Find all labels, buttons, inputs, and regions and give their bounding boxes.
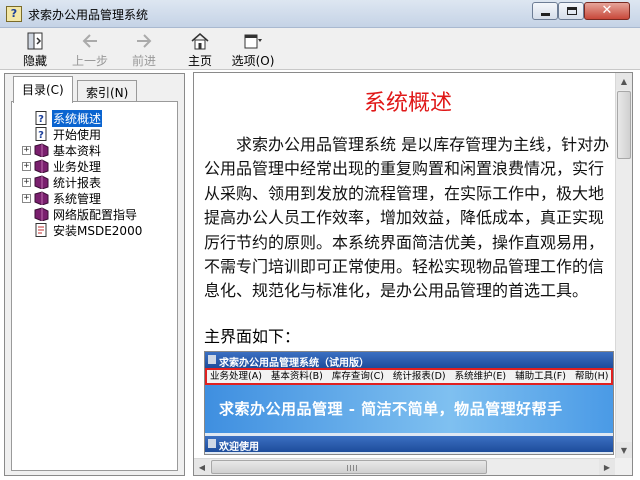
hide-label: 隐藏 bbox=[22, 54, 47, 68]
close-button[interactable]: ✕ bbox=[584, 2, 630, 20]
screenshot-menu-item: 基本资料(B) bbox=[270, 371, 323, 382]
back-label: 上一步 bbox=[71, 54, 108, 68]
tab-contents[interactable]: 目录(C) bbox=[13, 76, 73, 103]
expand-icon[interactable]: + bbox=[22, 177, 31, 187]
book-icon bbox=[34, 191, 49, 205]
tree-item-label: 业务处理 bbox=[53, 159, 102, 174]
options-button[interactable]: 选项(O) bbox=[227, 31, 279, 69]
main-interface-screenshot: 求索办公用品管理系统（试用版） 业务处理(A) 基本资料(B) 库存查询(C) … bbox=[204, 351, 614, 455]
screenshot-title: 求索办公用品管理系统（试用版） bbox=[205, 352, 613, 369]
scroll-left-icon[interactable]: ◀ bbox=[194, 459, 210, 475]
tree-item-system-admin[interactable]: + 系统管理 bbox=[22, 190, 102, 206]
overview-paragraph: 求索办公用品管理系统 是以库存管理为主线，针对办公用品管理中经常出现的重复购置和… bbox=[204, 135, 610, 301]
tree-item-label: 统计报表 bbox=[53, 175, 102, 190]
contents-tree[interactable]: ? 系统概述 ? 开始使用 + 基本资料 + 业务处理 + 统计报表 + 系统管… bbox=[11, 101, 178, 471]
back-button[interactable]: 上一步 bbox=[64, 31, 116, 69]
home-label: 主页 bbox=[187, 54, 212, 68]
toolbar: 隐藏 上一步 前进 主页 选项(O) bbox=[0, 28, 640, 70]
vertical-scrollbar[interactable]: ▲ ▼ bbox=[615, 73, 632, 459]
screenshot-menu-item: 业务处理(A) bbox=[210, 371, 262, 382]
content-pane[interactable]: 系统概述 求索办公用品管理系统 是以库存管理为主线，针对办公用品管理中经常出现的… bbox=[193, 72, 633, 476]
page-title: 系统概述 bbox=[363, 91, 452, 116]
tree-item-business[interactable]: + 业务处理 bbox=[22, 158, 102, 174]
back-arrow-icon bbox=[82, 34, 97, 48]
screenshot-menu-item: 系统维护(E) bbox=[454, 371, 507, 382]
tab-index[interactable]: 索引(N) bbox=[77, 80, 138, 102]
home-icon bbox=[191, 33, 209, 50]
screenshot-menu-item: 帮助(H) bbox=[574, 371, 609, 382]
minimize-button[interactable] bbox=[532, 2, 558, 20]
options-icon bbox=[244, 34, 262, 49]
grip-icon bbox=[347, 465, 357, 471]
doc-page-icon bbox=[35, 223, 47, 237]
tree-item-label: 基本资料 bbox=[53, 143, 102, 158]
expand-icon[interactable]: + bbox=[22, 193, 31, 203]
scroll-down-icon[interactable]: ▼ bbox=[616, 442, 632, 459]
scroll-right-icon[interactable]: ▶ bbox=[599, 459, 615, 475]
book-icon bbox=[34, 175, 49, 189]
screenshot-menu-item: 统计报表(D) bbox=[392, 371, 446, 382]
help-page-icon: ? bbox=[35, 127, 47, 141]
tree-item-label: 网络版配置指导 bbox=[53, 207, 138, 222]
expand-icon[interactable]: + bbox=[22, 145, 31, 155]
book-icon bbox=[34, 159, 49, 173]
book-icon bbox=[34, 207, 49, 221]
svg-text:?: ? bbox=[38, 114, 44, 125]
forward-label: 前进 bbox=[131, 54, 156, 68]
forward-arrow-icon bbox=[137, 34, 152, 48]
horizontal-scroll-thumb[interactable] bbox=[211, 460, 487, 474]
tree-item-basic-data[interactable]: + 基本资料 bbox=[22, 142, 102, 158]
tree-item-label: 系统概述 bbox=[52, 109, 103, 127]
tree-item-network-config[interactable]: 网络版配置指导 bbox=[22, 206, 138, 222]
tree-item-overview[interactable]: ? 系统概述 bbox=[22, 109, 103, 127]
minimize-icon bbox=[541, 13, 550, 16]
hide-button[interactable]: 隐藏 bbox=[9, 31, 61, 69]
hide-icon bbox=[27, 32, 43, 50]
home-button[interactable]: 主页 bbox=[174, 31, 226, 69]
title-bar[interactable]: ? 求索办公用品管理系统 ✕ bbox=[0, 0, 640, 28]
expand-icon[interactable]: + bbox=[22, 161, 31, 171]
navigation-pane: 目录(C) 索引(N) ? 系统概述 ? 开始使用 + 基本资料 + 业务处理 … bbox=[4, 73, 185, 476]
vertical-scroll-thumb[interactable] bbox=[617, 91, 631, 159]
screenshot-welcome-bar: 欢迎使用 bbox=[205, 436, 613, 453]
scrollbar-corner bbox=[615, 458, 632, 475]
scroll-up-icon[interactable]: ▲ bbox=[616, 73, 632, 90]
close-icon: ✕ bbox=[601, 3, 613, 18]
help-app-icon: ? bbox=[6, 6, 22, 22]
window-title: 求索办公用品管理系统 bbox=[28, 8, 149, 22]
tree-item-getting-started[interactable]: ? 开始使用 bbox=[22, 126, 102, 142]
tree-item-install-msde[interactable]: 安装MSDE2000 bbox=[22, 222, 143, 238]
screenshot-banner: 求索办公用品管理 - 简洁不简单，物品管理好帮手 bbox=[205, 385, 613, 433]
horizontal-scrollbar[interactable]: ◀ ▶ bbox=[194, 458, 615, 475]
svg-text:?: ? bbox=[38, 130, 44, 141]
help-page-icon: ? bbox=[35, 111, 47, 125]
screenshot-menu-bar: 业务处理(A) 基本资料(B) 库存查询(C) 统计报表(D) 系统维护(E) … bbox=[205, 368, 613, 385]
tree-item-label: 安装MSDE2000 bbox=[53, 223, 143, 238]
book-icon bbox=[34, 143, 49, 157]
tree-item-label: 开始使用 bbox=[53, 127, 102, 142]
screenshot-menu-item: 库存查询(C) bbox=[331, 371, 384, 382]
maximize-icon bbox=[567, 7, 577, 15]
tree-item-reports[interactable]: + 统计报表 bbox=[22, 174, 102, 190]
maximize-button[interactable] bbox=[558, 2, 584, 20]
tree-item-label: 系统管理 bbox=[53, 191, 102, 206]
options-label: 选项(O) bbox=[231, 54, 275, 68]
forward-button[interactable]: 前进 bbox=[118, 31, 170, 69]
main-interface-caption: 主界面如下： bbox=[204, 327, 301, 346]
screenshot-menu-item: 辅助工具(F) bbox=[515, 371, 566, 382]
